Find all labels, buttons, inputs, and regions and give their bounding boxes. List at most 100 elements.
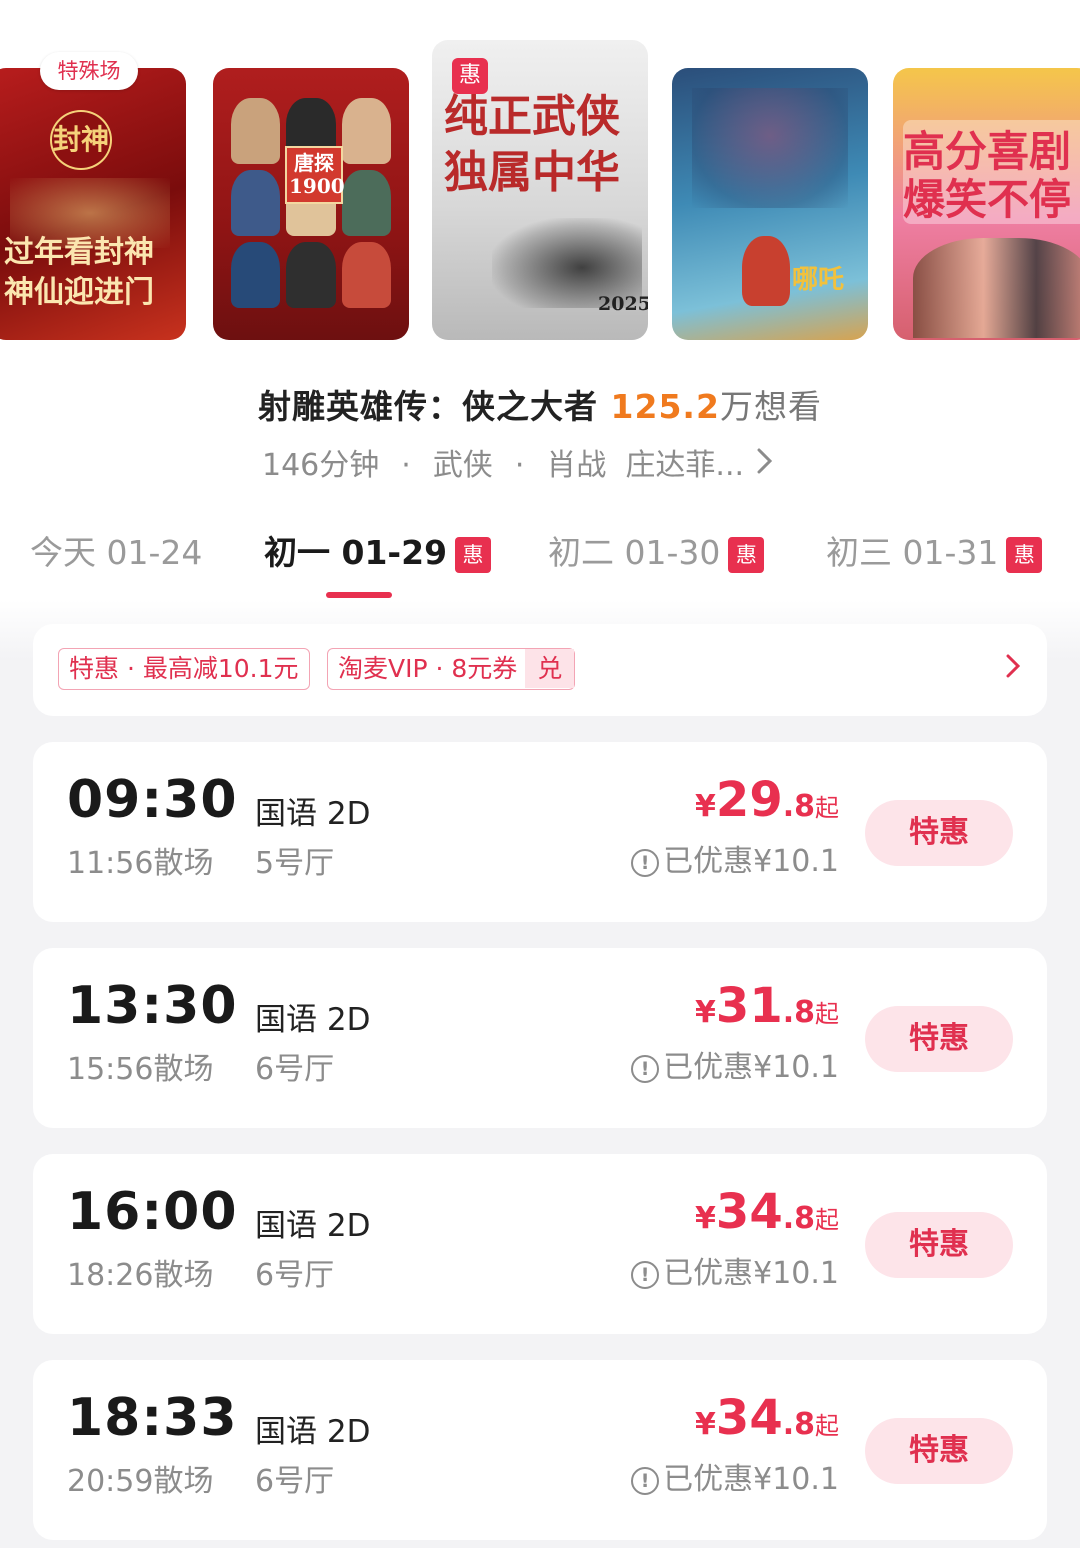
- price-suffix: 起: [815, 1412, 839, 1440]
- start-time: 09:30: [67, 770, 238, 830]
- poster-slogan-2: 神仙迎进门: [4, 275, 154, 310]
- movie-duration: 146分钟: [262, 448, 380, 483]
- currency-symbol: ¥: [695, 1201, 716, 1236]
- showtime-card[interactable]: 16:00 18:26散场 国语 2D 6号厅 ¥34.8起 ! 已优惠¥10.1…: [33, 1154, 1047, 1334]
- end-time: 15:56散场: [67, 1052, 214, 1087]
- info-icon: !: [631, 1467, 660, 1495]
- price-integer: 31: [715, 978, 783, 1034]
- chevron-right-icon[interactable]: [1005, 652, 1021, 688]
- showtime-card[interactable]: 09:30 11:56散场 国语 2D 5号厅 ¥29.8起 ! 已优惠¥10.1…: [33, 742, 1047, 922]
- discount-text: 已优惠¥10.1: [663, 844, 839, 879]
- showtime-card[interactable]: 18:33 20:59散场 国语 2D 6号厅 ¥34.8起 ! 已优惠¥10.1…: [33, 1360, 1047, 1540]
- end-time: 18:26散场: [67, 1258, 214, 1293]
- poster-headline-1: 纯正武侠: [444, 91, 620, 142]
- buy-special-button[interactable]: 特惠: [865, 1006, 1013, 1072]
- info-icon: !: [631, 1055, 660, 1083]
- tab-label: 初三 01-31: [826, 533, 999, 572]
- hall-name: 5号厅: [255, 846, 335, 881]
- price-decimal: .8: [782, 995, 815, 1030]
- separator: ·: [514, 448, 525, 483]
- price-suffix: 起: [815, 794, 839, 822]
- poster-comedy[interactable]: 高分喜剧 爆笑不停: [893, 68, 1080, 340]
- movie-genre: 武侠: [432, 448, 493, 483]
- hall-name: 6号厅: [255, 1464, 335, 1499]
- poster-hero-figure: [742, 236, 790, 306]
- buy-special-button[interactable]: 特惠: [865, 800, 1013, 866]
- language-format: 国语 2D: [255, 1002, 371, 1038]
- end-time: 20:59散场: [67, 1464, 214, 1499]
- discount-note: ! 已优惠¥10.1: [631, 1042, 839, 1086]
- price-integer: 34: [715, 1390, 783, 1446]
- tab-label: 初一 01-29: [264, 533, 448, 572]
- poster-headline-1: 高分喜剧: [903, 127, 1072, 176]
- showtime-card[interactable]: 13:30 15:56散场 国语 2D 6号厅 ¥31.8起 ! 已优惠¥10.1…: [33, 948, 1047, 1128]
- discount-text: 已优惠¥10.1: [663, 1050, 839, 1085]
- currency-symbol: ¥: [695, 995, 716, 1030]
- start-time: 13:30: [67, 976, 238, 1036]
- hall-name: 6号厅: [255, 1052, 335, 1087]
- discount-badge-icon: 惠: [452, 58, 488, 94]
- currency-symbol: ¥: [695, 1407, 716, 1442]
- price: ¥34.8起: [695, 1184, 839, 1240]
- discount-badge-icon: 惠: [1006, 536, 1043, 573]
- buy-special-button[interactable]: 特惠: [865, 1212, 1013, 1278]
- promo-chip-label: 淘麦VIP · 8元券: [338, 654, 518, 683]
- tab-date-0129[interactable]: 初一 01-29 惠: [264, 526, 492, 574]
- hall-name: 6号厅: [255, 1258, 335, 1293]
- redeem-button[interactable]: 兑: [525, 649, 575, 688]
- price-suffix: 起: [815, 1206, 839, 1234]
- discount-text: 已优惠¥10.1: [663, 1256, 839, 1291]
- price-integer: 34: [715, 1184, 783, 1240]
- language-format: 国语 2D: [255, 1414, 371, 1450]
- poster-nezha[interactable]: 哪吒: [672, 68, 868, 340]
- poster-monsters: [692, 88, 848, 208]
- chevron-right-icon: [756, 447, 774, 483]
- buy-special-button[interactable]: 特惠: [865, 1418, 1013, 1484]
- promo-bar[interactable]: 特惠 · 最高减10.1元 淘麦VIP · 8元券兑: [33, 624, 1047, 716]
- info-icon: !: [631, 1261, 660, 1289]
- info-icon: !: [631, 849, 660, 877]
- movie-title-row: 射雕英雄传：侠之大者 125.2万想看: [0, 380, 1080, 428]
- movie-cast: 肖战 庄达菲...: [546, 448, 745, 483]
- discount-note: ! 已优惠¥10.1: [631, 1454, 839, 1498]
- price-decimal: .8: [782, 1201, 815, 1236]
- price: ¥29.8起: [695, 772, 839, 828]
- price-suffix: 起: [815, 1000, 839, 1028]
- language-format: 国语 2D: [255, 1208, 371, 1244]
- currency-symbol: ¥: [695, 789, 716, 824]
- discount-note: ! 已优惠¥10.1: [631, 1248, 839, 1292]
- poster-slogan-1: 过年看封神: [4, 235, 154, 270]
- tab-date-0131[interactable]: 初三 01-31 惠: [826, 526, 1043, 574]
- tab-date-today[interactable]: 今天 01-24: [30, 526, 202, 574]
- promo-chip-discount: 特惠 · 最高减10.1元: [58, 648, 310, 690]
- discount-text: 已优惠¥10.1: [663, 1462, 839, 1497]
- promo-chip-vip-coupon[interactable]: 淘麦VIP · 8元券兑: [327, 648, 576, 690]
- price-integer: 29: [715, 772, 783, 828]
- poster-headline-2: 爆笑不停: [903, 175, 1072, 224]
- price: ¥34.8起: [695, 1390, 839, 1446]
- tab-label: 初二 01-30: [548, 533, 721, 572]
- movie-title: 射雕英雄传：侠之大者: [258, 387, 599, 426]
- want-count: 125.2: [610, 387, 720, 426]
- poster-fengshen[interactable]: 封神 过年看封神 神仙迎进门: [0, 68, 186, 340]
- poster-logo: 哪吒: [792, 265, 845, 295]
- tab-date-0130[interactable]: 初二 01-30 惠: [548, 526, 765, 574]
- movie-meta-row[interactable]: 146分钟 · 武侠 · 肖战 庄达菲...: [262, 440, 774, 484]
- poster-tangtan[interactable]: 唐探1900: [213, 68, 409, 340]
- discount-note: ! 已优惠¥10.1: [631, 836, 839, 880]
- price-decimal: .8: [782, 789, 815, 824]
- discount-badge-icon: 惠: [728, 536, 765, 573]
- promo-chip-label: 特惠 · 最高减10.1元: [69, 654, 299, 683]
- active-tab-indicator: [326, 592, 392, 598]
- price: ¥31.8起: [695, 978, 839, 1034]
- poster-year: 2025: [598, 293, 648, 315]
- poster-logo: 封神: [50, 110, 112, 170]
- language-format: 国语 2D: [255, 796, 371, 832]
- tab-label: 今天 01-24: [30, 533, 203, 572]
- end-time: 11:56散场: [67, 846, 214, 881]
- poster-logo: 唐探1900: [285, 146, 345, 204]
- start-time: 16:00: [67, 1182, 238, 1242]
- separator: ·: [401, 448, 411, 483]
- discount-badge-icon: 惠: [455, 536, 492, 573]
- poster-headline-2: 独属中华: [444, 147, 620, 198]
